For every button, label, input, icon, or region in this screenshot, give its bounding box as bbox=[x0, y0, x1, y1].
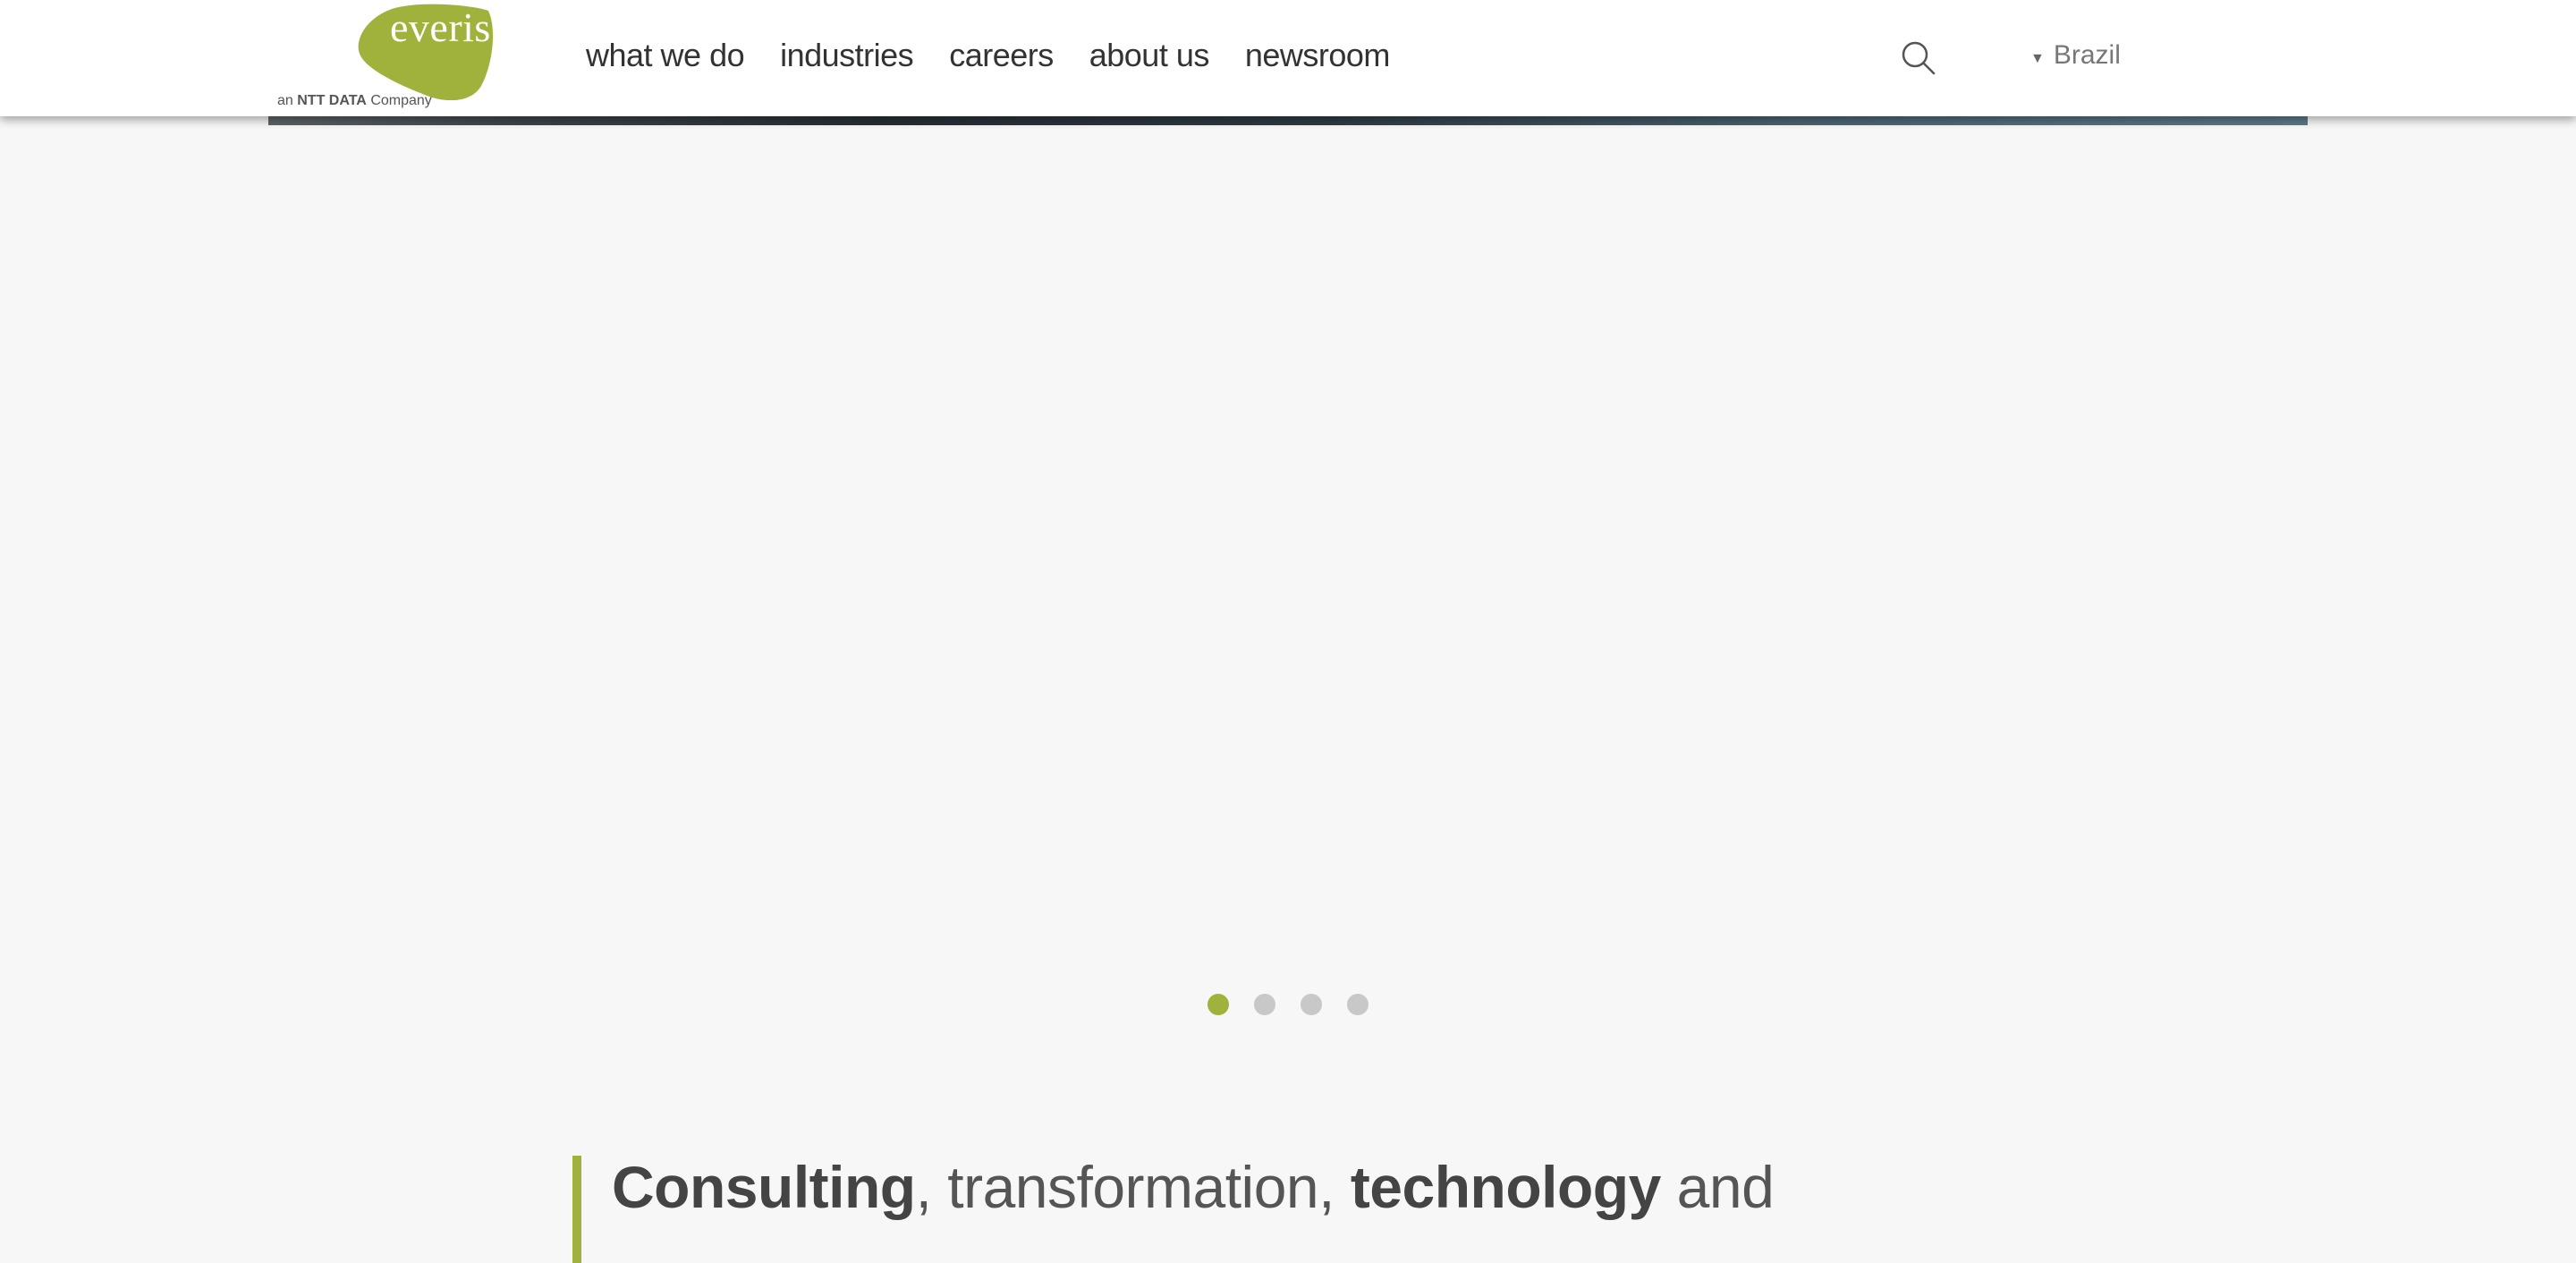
logo-tag-suffix: Company bbox=[370, 93, 432, 108]
site-header: everis an NTT DATA Company what we do in… bbox=[0, 0, 2576, 116]
logo-wordmark: everis bbox=[390, 4, 491, 50]
tagline-separator-2: and bbox=[1660, 1154, 1775, 1220]
carousel-dot-3[interactable] bbox=[1301, 994, 1322, 1015]
logo-tag-ntt: NTT DATA bbox=[297, 93, 367, 108]
everis-logo[interactable]: everis an NTT DATA Company bbox=[268, 0, 510, 114]
nav-item-careers[interactable]: careers bbox=[949, 34, 1054, 77]
country-label: Brazil bbox=[2053, 40, 2121, 70]
nav-item-what-we-do[interactable]: what we do bbox=[586, 34, 745, 77]
nav-item-newsroom[interactable]: newsroom bbox=[1245, 34, 1391, 77]
chevron-down-icon: ▼ bbox=[2030, 51, 2045, 66]
carousel-pagination bbox=[1208, 994, 1368, 1015]
nav-item-industries[interactable]: industries bbox=[780, 34, 914, 77]
tagline-separator-1: , transformation, bbox=[915, 1154, 1351, 1220]
search-icon bbox=[1902, 41, 1936, 75]
logo-tagline: an NTT DATA Company bbox=[277, 93, 432, 109]
country-selector[interactable]: ▼ Brazil bbox=[2030, 36, 2121, 75]
tagline-word-technology: technology bbox=[1350, 1154, 1662, 1220]
main-nav: what we do industries careers about us n… bbox=[586, 34, 1426, 77]
tagline-word-consulting: Consulting bbox=[612, 1154, 916, 1220]
carousel-dot-1[interactable] bbox=[1208, 994, 1229, 1015]
search-button[interactable] bbox=[1900, 39, 1937, 77]
carousel-dot-4[interactable] bbox=[1347, 994, 1368, 1015]
nav-item-about-us[interactable]: about us bbox=[1089, 34, 1210, 77]
carousel-dot-2[interactable] bbox=[1254, 994, 1275, 1015]
tagline-line-1: Consulting, transformation, technology a… bbox=[612, 1156, 1914, 1218]
hero-tagline: Consulting, transformation, technology a… bbox=[572, 1156, 1914, 1263]
logo-tag-prefix: an bbox=[277, 93, 293, 108]
